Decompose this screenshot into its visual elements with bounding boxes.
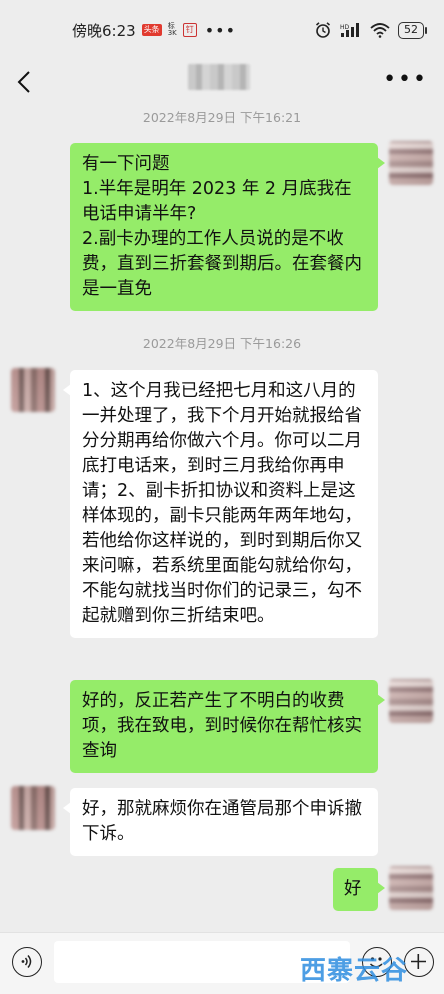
plus-icon[interactable]: [404, 947, 434, 977]
sent-message-bubble[interactable]: 好的，反正若产生了不明白的收费项，我在致电，到时候你在帮忙核实查询: [70, 680, 385, 773]
contact-name-blurred: [188, 64, 250, 90]
voice-icon[interactable]: [12, 947, 42, 977]
received-message-bubble[interactable]: 好，那就麻烦你在通管局那个申诉撤下诉。: [63, 788, 378, 856]
my-avatar[interactable]: [389, 679, 433, 723]
more-notifications-icon: •••: [204, 20, 237, 40]
message-timestamp: 2022年8月29日 下午16:21: [142, 110, 302, 125]
message-timestamp: 2022年8月29日 下午16:26: [142, 336, 302, 351]
toutiao-app-icon: 头条: [141, 24, 162, 36]
my-avatar[interactable]: [389, 141, 433, 185]
status-right: HD 52: [314, 21, 427, 39]
my-avatar[interactable]: [389, 866, 433, 910]
chat-header: •••: [0, 60, 444, 104]
battery-icon: 52: [398, 21, 427, 39]
voice-waves-icon: [21, 955, 32, 968]
wifi-icon: [370, 23, 390, 38]
status-bar: 傍晚6:23 头条 标 3K 钉 ••• HD 52: [0, 0, 444, 60]
more-dots-icon[interactable]: •••: [383, 69, 428, 91]
back-arrow-icon[interactable]: [14, 68, 38, 96]
contact-avatar[interactable]: [11, 368, 55, 412]
dingtalk-app-icon: 钉: [182, 23, 197, 37]
hd-signal-icon: HD: [340, 23, 359, 37]
svg-text:HD: HD: [340, 24, 350, 31]
alarm-icon: [315, 22, 331, 38]
sent-message-bubble[interactable]: 好: [333, 868, 385, 911]
plus-sign-icon: [411, 954, 426, 969]
sent-message-bubble[interactable]: 有一下问题 1.半年是明年 2023 年 2 月底我在电话申请半年? 2.副卡办…: [70, 143, 385, 311]
watermark-logo: 西寨云谷: [300, 956, 409, 986]
status-time: 傍晚6:23: [72, 21, 136, 40]
received-message-bubble[interactable]: 1、这个月我已经把七月和这八月的一并处理了，我下个月开始就报给省分分期再给你做六…: [63, 370, 378, 638]
notification-app-icon: 标 3K: [167, 22, 177, 37]
contact-avatar[interactable]: [11, 786, 55, 830]
